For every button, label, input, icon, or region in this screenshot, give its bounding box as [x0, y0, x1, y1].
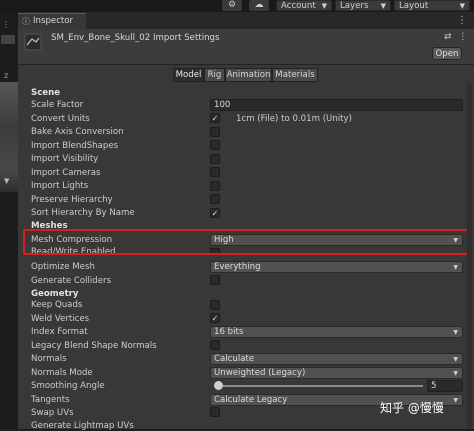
legacy-blend-checkbox[interactable] — [210, 340, 220, 350]
layers-label: Layers — [340, 1, 369, 11]
tangents-label: Tangents — [31, 395, 70, 405]
header-icons: ⇄ ⋮ — [444, 32, 467, 42]
tab-inspector-label: Inspector — [33, 16, 74, 26]
import-cameras-checkbox[interactable] — [210, 167, 220, 177]
account-dropdown[interactable]: Account ▼ — [276, 0, 332, 11]
bake-axis-checkbox[interactable] — [210, 127, 220, 137]
legacy-blend-label: Legacy Blend Shape Normals — [31, 341, 157, 351]
chevron-down-icon: ▼ — [453, 264, 458, 271]
preserve-hierarchy-checkbox[interactable] — [210, 194, 220, 204]
swap-uvs-checkbox[interactable] — [210, 407, 220, 417]
generate-colliders-checkbox[interactable] — [210, 275, 220, 285]
scrollbar[interactable] — [467, 83, 472, 429]
keep-quads-checkbox[interactable] — [210, 300, 220, 310]
normals-label: Normals — [31, 354, 67, 364]
import-visibility-checkbox[interactable] — [210, 154, 220, 164]
tab-inspector[interactable]: ⓘ Inspector — [18, 13, 86, 30]
tangents-value: Calculate Legacy — [214, 395, 288, 405]
info-icon: ⓘ — [22, 17, 30, 26]
chevron-down-icon: ▼ — [453, 370, 458, 377]
scale-factor-label: Scale Factor — [31, 100, 84, 110]
import-blendshapes-checkbox[interactable] — [210, 140, 220, 150]
optimize-mesh-value: Everything — [214, 262, 261, 272]
cloud-icon[interactable]: ☁ — [249, 0, 269, 11]
normals-mode-value: Unweighted (Legacy) — [214, 368, 306, 378]
import-blendshapes-label: Import BlendShapes — [31, 141, 119, 151]
optimize-mesh-dropdown[interactable]: Everything ▼ — [210, 261, 463, 273]
scene-view-edge — [0, 12, 18, 429]
section-geometry: Geometry — [31, 289, 79, 299]
layout-dropdown[interactable]: Layout ▼ — [394, 0, 470, 11]
preserve-hierarchy-label: Preserve Hierarchy — [31, 195, 113, 205]
import-lights-checkbox[interactable] — [210, 181, 220, 191]
watermark: 知乎 @慢慢 — [380, 401, 444, 415]
smoothing-angle-label: Smoothing Angle — [31, 381, 105, 391]
index-format-value: 16 bits — [214, 327, 244, 337]
chevron-down-icon: ▼ — [453, 356, 458, 363]
scale-factor-field[interactable]: 100 — [210, 99, 463, 111]
account-label: Account — [281, 1, 316, 11]
normals-dropdown[interactable]: Calculate ▼ — [210, 353, 463, 365]
page-title: SM_Env_Bone_Skull_02 Import Settings — [51, 33, 220, 43]
optimize-mesh-label: Optimize Mesh — [31, 262, 95, 272]
index-format-label: Index Format — [31, 327, 88, 337]
model-asset-icon — [24, 33, 42, 51]
settings-icon[interactable]: ⇄ — [444, 32, 452, 42]
index-format-dropdown[interactable]: 16 bits ▼ — [210, 326, 463, 338]
tab-menu-icon[interactable]: ⋮ — [457, 15, 467, 26]
tab-bar — [18, 12, 474, 29]
chevron-down-icon: ▼ — [453, 329, 458, 336]
tab-animation[interactable]: Animation — [225, 68, 272, 82]
section-scene: Scene — [31, 88, 61, 98]
chevron-down-icon: ▼ — [453, 397, 458, 404]
open-button[interactable]: Open — [432, 47, 462, 60]
import-lights-label: Import Lights — [31, 181, 89, 191]
sort-hierarchy-checkbox[interactable]: ✓ — [210, 208, 220, 218]
import-visibility-label: Import Visibility — [31, 154, 99, 164]
bake-axis-label: Bake Axis Conversion — [31, 127, 124, 137]
smoothing-angle-field[interactable]: 5 — [427, 380, 463, 392]
convert-units-text: 1cm (File) to 0.01m (Unity) — [236, 114, 352, 124]
scene-view-preview — [0, 82, 18, 192]
generate-colliders-label: Generate Colliders — [31, 276, 112, 286]
tab-materials[interactable]: Materials — [272, 68, 318, 82]
chevron-down-icon: ▼ — [321, 2, 327, 10]
chevron-down-icon: ▼ — [459, 2, 465, 10]
smoothing-angle-slider-track[interactable] — [215, 385, 423, 387]
more-icon[interactable]: ⋮ — [458, 32, 467, 42]
normals-value: Calculate — [214, 354, 255, 364]
highlight-box — [23, 229, 471, 255]
normals-mode-dropdown[interactable]: Unweighted (Legacy) ▼ — [210, 367, 463, 379]
normals-mode-label: Normals Mode — [31, 368, 93, 378]
scene-toolbar-button[interactable] — [1, 35, 15, 44]
convert-units-label: Convert Units — [31, 114, 90, 124]
chevron-down-icon: ▼ — [380, 2, 386, 10]
chevron-down-icon[interactable]: ▼ — [4, 177, 9, 185]
layers-dropdown[interactable]: Layers ▼ — [335, 0, 391, 11]
import-cameras-label: Import Cameras — [31, 168, 101, 178]
swap-uvs-label: Swap UVs — [31, 408, 74, 418]
cloud-settings-icon[interactable]: ⚙ — [222, 0, 242, 11]
weld-vertices-label: Weld Vertices — [31, 314, 90, 324]
tab-rig[interactable]: Rig — [204, 68, 225, 82]
scene-gizmo-label: z — [4, 71, 9, 80]
tab-model[interactable]: Model — [173, 68, 204, 82]
smoothing-angle-slider-knob[interactable] — [214, 381, 223, 390]
weld-vertices-checkbox[interactable]: ✓ — [210, 313, 220, 323]
keep-quads-label: Keep Quads — [31, 300, 83, 310]
more-icon[interactable]: ⋮ — [2, 20, 10, 29]
sort-hierarchy-label: Sort Hierarchy By Name — [31, 208, 135, 218]
layout-label: Layout — [399, 1, 429, 11]
generate-lightmap-label: Generate Lightmap UVs — [31, 421, 134, 431]
convert-units-checkbox[interactable]: ✓ — [210, 113, 220, 123]
